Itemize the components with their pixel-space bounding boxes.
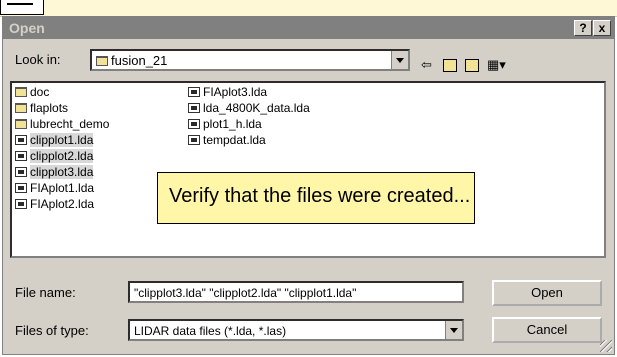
open-button[interactable]: Open <box>492 280 602 306</box>
folder-icon <box>15 103 27 113</box>
top-banner <box>0 0 617 17</box>
title-bar: Open ? x <box>3 17 614 39</box>
file-type-label: Files of type: <box>15 323 89 338</box>
file-name-field[interactable]: "clipplot3.lda" "clipplot2.lda" "clipplo… <box>128 281 464 303</box>
callout-text: Verify that the files were created... <box>169 185 471 207</box>
open-dialog: Open ? x Look in: fusion_21 ⇦ ▦▾ doc fla… <box>2 16 615 355</box>
file-icon <box>188 87 200 97</box>
folder-icon <box>15 87 27 97</box>
file-name-label: File name: <box>15 285 76 300</box>
list-item[interactable]: lubrecht_demo <box>15 117 109 132</box>
file-type-select[interactable]: LIDAR data files (*.lda, *.las) <box>128 319 464 341</box>
help-button[interactable]: ? <box>574 20 592 36</box>
banner-tab <box>0 0 44 15</box>
cancel-button[interactable]: Cancel <box>492 317 602 343</box>
up-folder-icon[interactable] <box>443 59 457 72</box>
back-icon[interactable]: ⇦ <box>421 58 432 72</box>
file-type-value: LIDAR data files (*.lda, *.las) <box>134 324 287 338</box>
list-item[interactable]: plot1_h.lda <box>188 117 262 132</box>
file-icon <box>15 199 27 209</box>
folder-icon <box>15 119 27 129</box>
new-folder-icon[interactable] <box>465 59 479 72</box>
file-icon <box>15 183 27 193</box>
look-in-label: Look in: <box>15 52 61 67</box>
file-icon <box>188 135 200 145</box>
resize-grip[interactable] <box>600 340 612 352</box>
list-item[interactable]: FIAplot2.lda <box>15 197 94 212</box>
dialog-title: Open <box>9 20 45 36</box>
file-icon <box>15 151 27 161</box>
chevron-down-icon[interactable] <box>445 321 462 339</box>
view-menu-icon[interactable]: ▦▾ <box>487 58 506 72</box>
file-icon <box>15 167 27 177</box>
list-item[interactable]: clipplot3.lda <box>15 165 94 180</box>
list-item[interactable]: doc <box>15 85 49 100</box>
chevron-down-icon[interactable] <box>391 51 408 69</box>
list-item[interactable]: flaplots <box>15 101 68 116</box>
file-name-value: "clipplot3.lda" "clipplot2.lda" "clipplo… <box>134 286 357 300</box>
list-item[interactable]: clipplot1.lda <box>15 133 94 148</box>
close-button[interactable]: x <box>593 20 611 36</box>
list-item[interactable]: FIAplot1.lda <box>15 181 94 196</box>
folder-icon <box>96 56 108 66</box>
look-in-combo[interactable]: fusion_21 <box>90 49 410 71</box>
list-item[interactable]: FIAplot3.lda <box>188 85 267 100</box>
list-item[interactable]: tempdat.lda <box>188 133 266 148</box>
file-icon <box>15 135 27 145</box>
file-list[interactable]: doc flaplots lubrecht_demo clipplot1.lda… <box>10 81 606 258</box>
look-in-value: fusion_21 <box>111 53 168 68</box>
file-icon <box>188 103 200 113</box>
list-item[interactable]: lda_4800K_data.lda <box>188 101 310 116</box>
list-item[interactable]: clipplot2.lda <box>15 149 94 164</box>
callout-note: Verify that the files were created... <box>157 172 475 224</box>
file-icon <box>188 119 200 129</box>
